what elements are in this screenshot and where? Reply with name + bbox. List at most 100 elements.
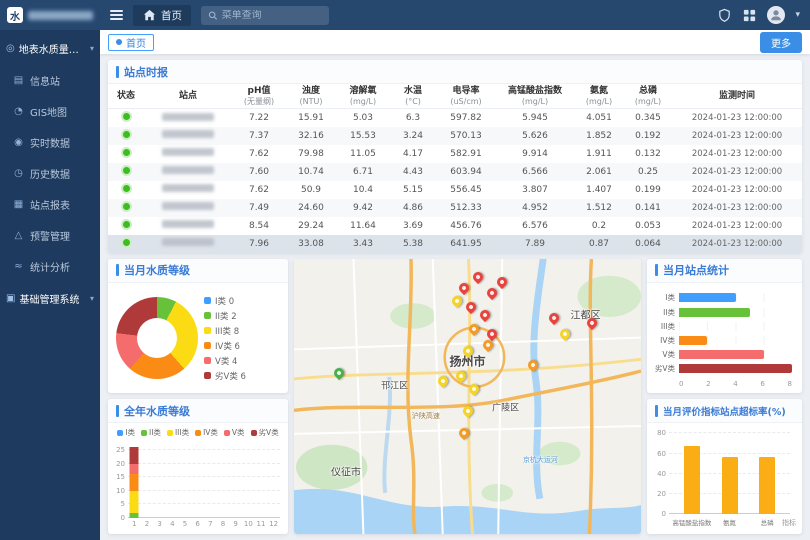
table-row[interactable]: 7.6279.9811.054.17582.919.9141.9110.1322… xyxy=(108,145,802,163)
main-area: 首页 更多 站点时报 状态站点pH值(无量纲)浊度(NTU)溶解氧(mg/L)水… xyxy=(100,30,810,540)
legend-item[interactable]: III类 xyxy=(167,427,189,438)
map-marker[interactable] xyxy=(450,294,464,308)
site-name-redacted xyxy=(162,184,214,192)
sidebar-item-info-station[interactable]: ▤信息站 xyxy=(0,65,100,96)
caret-down-icon[interactable]: ▾ xyxy=(795,10,800,20)
legend-item[interactable]: V类 4 xyxy=(204,355,284,367)
sidebar-section-monitoring[interactable]: ◎ 地表水质量监测系统 ▾ xyxy=(0,32,100,65)
tab-home[interactable]: 首页 xyxy=(108,34,154,51)
map-marker[interactable] xyxy=(436,374,450,388)
table-row[interactable]: 8.5429.2411.643.69456.766.5760.20.053202… xyxy=(108,217,802,235)
value-cell: 0.053 xyxy=(624,217,672,235)
sidebar-item-gis-map[interactable]: ◔GIS地图 xyxy=(0,96,100,127)
left-column: 当月水质等级 I类 0II类 2III类 8IV类 6V类 4劣V类 6 全年水… xyxy=(108,259,288,534)
y-tick-label: 15 xyxy=(112,473,125,481)
sidebar-item-statistics[interactable]: ≈统计分析 xyxy=(0,251,100,282)
value-cell: 11.64 xyxy=(336,217,390,235)
table-row[interactable]: 7.3732.1615.533.24570.135.6261.8520.1922… xyxy=(108,127,802,145)
table-row[interactable]: 7.6250.910.45.15556.453.8071.4070.199202… xyxy=(108,181,802,199)
year-grade-title: 全年水质等级 xyxy=(124,403,190,419)
legend-item[interactable]: V类 xyxy=(224,427,245,438)
sidebar-item-station-report[interactable]: ▦站点报表 xyxy=(0,189,100,220)
sidebar-section-base[interactable]: ▣ 基础管理系统 ▾ xyxy=(0,282,100,315)
map-marker[interactable] xyxy=(464,300,478,314)
map-marker[interactable] xyxy=(485,286,499,300)
table-row[interactable]: 7.6010.746.714.43603.946.5662.0610.25202… xyxy=(108,163,802,181)
map-marker[interactable] xyxy=(471,270,485,284)
value-cell: 0.141 xyxy=(624,199,672,217)
bar-slot: 氨氮 xyxy=(711,433,749,514)
value-cell: 5.626 xyxy=(496,127,574,145)
map-marker[interactable] xyxy=(332,366,346,380)
legend-item[interactable]: 劣V类 xyxy=(251,427,279,438)
y-tick-label: 20 xyxy=(653,490,666,498)
legend-item[interactable]: IV类 6 xyxy=(204,340,284,352)
sidebar-item-realtime-data[interactable]: ◉实时数据 xyxy=(0,127,100,158)
legend-item[interactable]: II类 xyxy=(141,427,161,438)
title-accent-bar xyxy=(655,405,658,417)
legend-item[interactable]: I类 0 xyxy=(204,295,284,307)
status-cell xyxy=(108,109,144,127)
map-marker[interactable] xyxy=(457,426,471,440)
value-cell: 4.43 xyxy=(390,163,436,181)
search-input[interactable] xyxy=(222,10,322,21)
statistics-icon: ≈ xyxy=(13,261,24,272)
home-nav[interactable]: 首页 xyxy=(133,5,191,26)
apps-grid-icon[interactable] xyxy=(742,8,757,23)
column-unit: (mg/L) xyxy=(337,97,389,107)
column-name: pH值 xyxy=(233,86,285,97)
map-marker[interactable] xyxy=(457,281,471,295)
legend-dot xyxy=(204,297,211,304)
site-cell xyxy=(144,181,232,199)
bar-column xyxy=(168,444,177,518)
table-row[interactable]: 7.2215.915.036.3597.825.9454.0510.345202… xyxy=(108,109,802,127)
badge-shield-icon[interactable] xyxy=(717,8,732,23)
value-cell: 4.952 xyxy=(496,199,574,217)
legend-item[interactable]: III类 8 xyxy=(204,325,284,337)
bar-column xyxy=(219,444,228,518)
legend-item[interactable]: I类 xyxy=(117,427,135,438)
more-button[interactable]: 更多 xyxy=(760,32,802,53)
column-header: 高锰酸盐指数(mg/L) xyxy=(496,84,574,109)
map-marker[interactable] xyxy=(495,275,509,289)
avatar[interactable] xyxy=(767,6,785,24)
legend-dot xyxy=(204,372,211,379)
site-name-redacted xyxy=(162,238,214,246)
bar xyxy=(679,308,750,317)
map-marker[interactable] xyxy=(481,338,495,352)
map-marker[interactable] xyxy=(460,404,474,418)
sidebar: ◎ 地表水质量监测系统 ▾ ▤信息站◔GIS地图◉实时数据◷历史数据▦站点报表△… xyxy=(0,30,100,540)
table-row[interactable]: 7.4924.609.424.86512.334.9521.5120.14120… xyxy=(108,199,802,217)
map-marker[interactable] xyxy=(467,382,481,396)
map-panel[interactable]: 扬州市邗江区广陵区江都区仪征市沪陕高速京杭大运河 xyxy=(294,259,641,534)
legend-item[interactable]: IV类 xyxy=(195,427,218,438)
map-overlay-layer: 扬州市邗江区广陵区江都区仪征市沪陕高速京杭大运河 xyxy=(294,259,641,534)
value-cell: 79.98 xyxy=(286,145,336,163)
value-cell: 0.192 xyxy=(624,127,672,145)
exceed-rate-chart: 020406080高锰酸盐指数氨氮总磷指标 xyxy=(669,433,790,514)
legend-item[interactable]: II类 2 xyxy=(204,310,284,322)
map-marker[interactable] xyxy=(547,311,561,325)
x-tick-label: 8 xyxy=(788,380,792,388)
bar-track xyxy=(679,308,792,317)
column-unit: (°C) xyxy=(391,97,435,107)
map-marker[interactable] xyxy=(467,322,481,336)
x-tick-label: 1 xyxy=(132,520,136,528)
y-tick-label: 0 xyxy=(112,514,125,522)
bar xyxy=(679,350,764,359)
title-accent-bar xyxy=(116,66,119,78)
map-marker[interactable] xyxy=(453,369,467,383)
sidebar-item-history-data[interactable]: ◷历史数据 xyxy=(0,158,100,189)
bar-track xyxy=(679,336,792,345)
table-row[interactable]: 7.9633.083.435.38641.957.890.870.0642024… xyxy=(108,235,802,253)
map-marker[interactable] xyxy=(558,327,572,341)
map-marker[interactable] xyxy=(478,308,492,322)
value-cell: 1.407 xyxy=(574,181,624,199)
legend-item[interactable]: 劣V类 6 xyxy=(204,370,284,382)
search-box[interactable] xyxy=(201,6,329,25)
status-cell xyxy=(108,163,144,181)
hamburger-icon[interactable] xyxy=(110,10,123,20)
sidebar-item-alert-management[interactable]: △预警管理 xyxy=(0,220,100,251)
map-marker[interactable] xyxy=(526,358,540,372)
value-cell: 11.05 xyxy=(336,145,390,163)
